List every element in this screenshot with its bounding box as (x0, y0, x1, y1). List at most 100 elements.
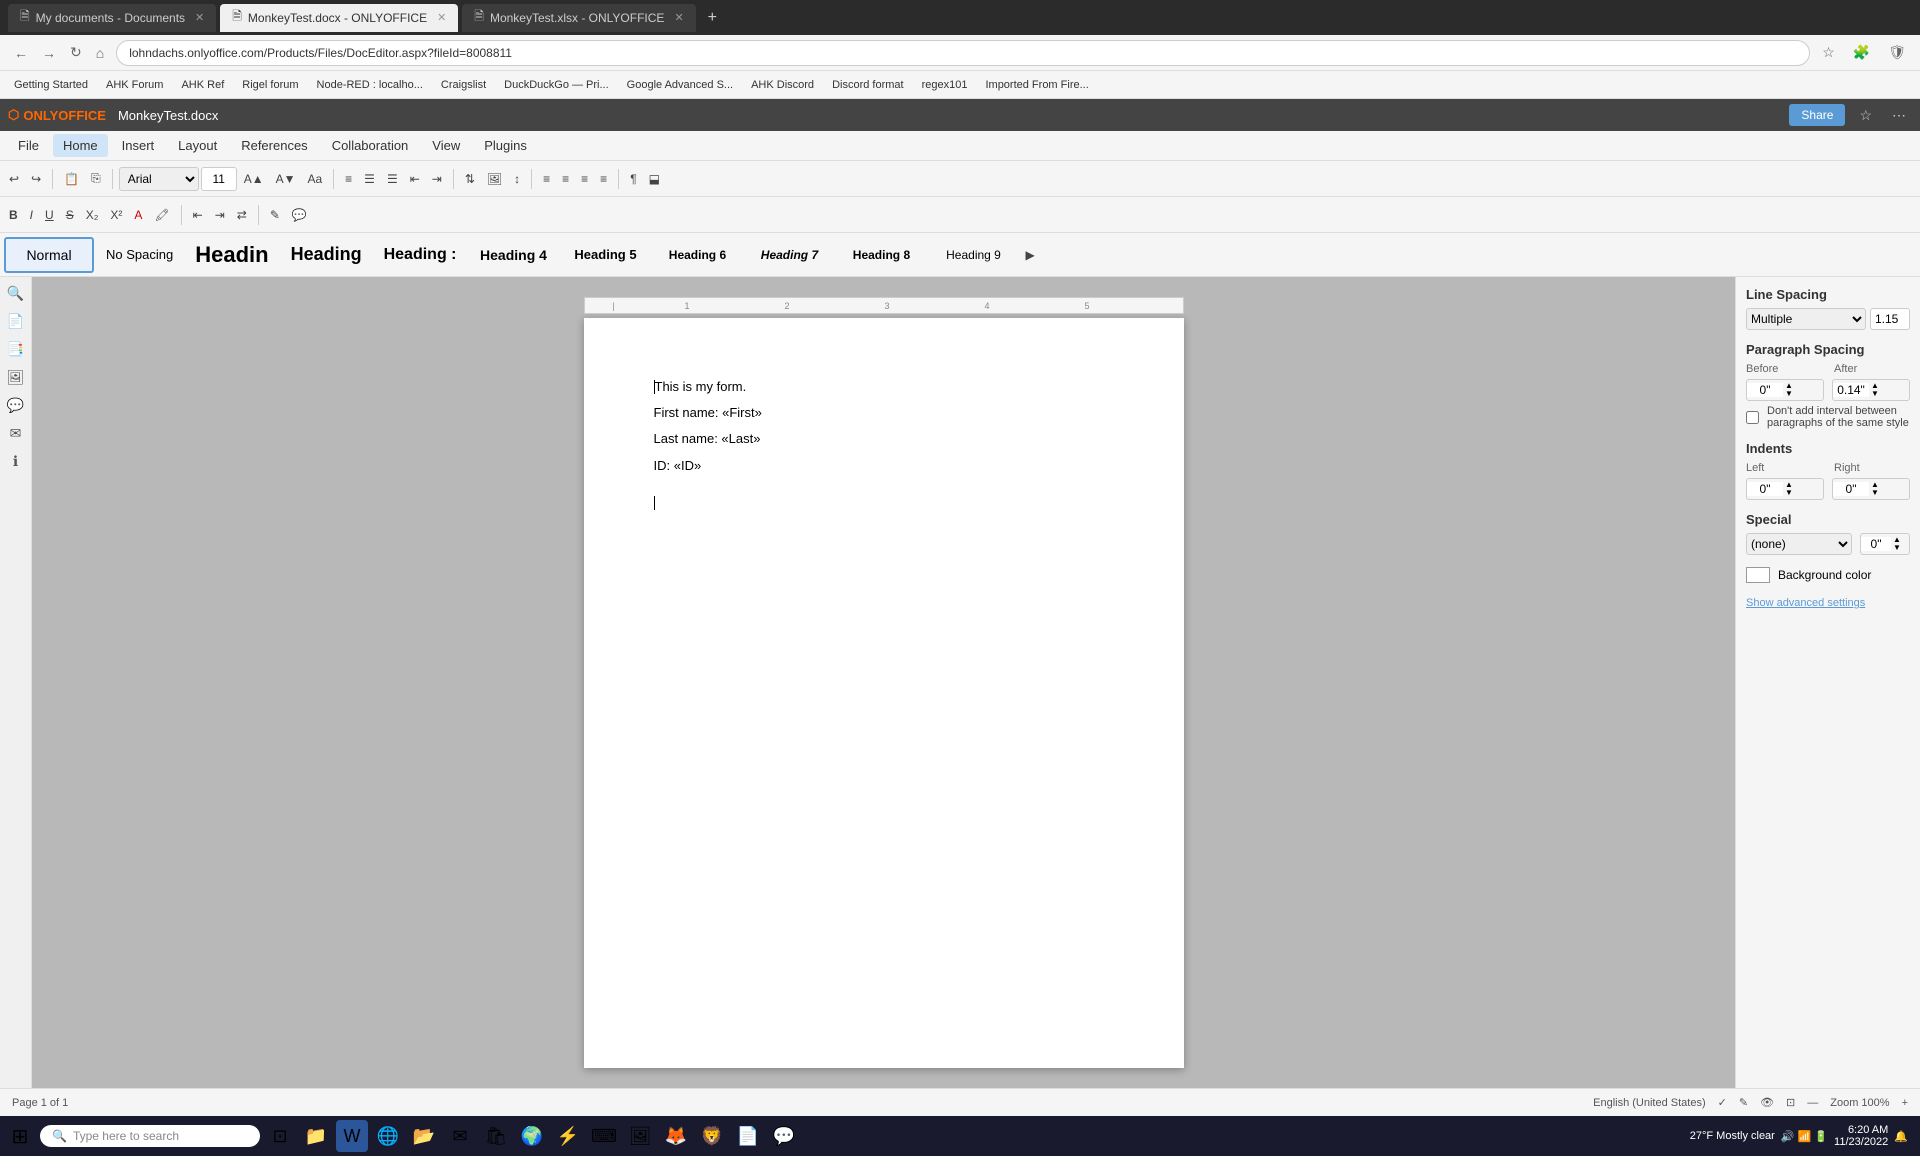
after-spacing-input[interactable] (1833, 383, 1869, 397)
tab-my-documents[interactable]: 🗎 My documents - Documents ✕ (8, 4, 216, 32)
view-mode-icon[interactable]: 👁 (1760, 1096, 1774, 1109)
special-value-spinbox[interactable]: ▲▼ (1860, 533, 1910, 555)
share-button[interactable]: Share (1789, 104, 1845, 126)
style-heading9[interactable]: Heading 9 (928, 237, 1018, 273)
show-advanced-settings-link[interactable]: Show advanced settings (1746, 597, 1865, 609)
font-size-input[interactable] (201, 167, 237, 191)
ltr-rtl[interactable]: ⇄ (232, 205, 252, 225)
back-button[interactable]: ← (8, 41, 34, 65)
language-indicator[interactable]: English (United States) (1593, 1097, 1706, 1109)
special-type-select[interactable]: (none) (1746, 533, 1852, 555)
after-down[interactable]: ▼ (1869, 390, 1881, 398)
tab-close-btn[interactable]: ✕ (674, 11, 683, 24)
comment-button[interactable]: 💬 (287, 205, 312, 225)
bookmark-button[interactable]: ☆ (1816, 40, 1841, 65)
background-color-swatch[interactable] (1746, 567, 1770, 583)
highlight-button[interactable]: 🖍 (149, 205, 174, 225)
numbering-button[interactable]: ☰ (359, 169, 380, 189)
right-indent-input[interactable] (1833, 482, 1869, 496)
copy-button[interactable]: ⎘ (86, 168, 106, 189)
taskbar-app-store[interactable]: 🛍 (480, 1120, 512, 1152)
bookmark-rigel[interactable]: Rigel forum (236, 77, 304, 93)
decrease-indent2[interactable]: ⇥ (210, 205, 230, 225)
styles-more-button[interactable]: ▶ (1020, 245, 1039, 265)
bookmark-google-advanced[interactable]: Google Advanced S... (621, 77, 739, 93)
style-heading5[interactable]: Heading 5 (560, 237, 650, 273)
strikethrough-button[interactable]: S (61, 205, 79, 225)
special-value-input[interactable] (1861, 537, 1891, 551)
underline-button[interactable]: U (40, 205, 59, 225)
style-heading2[interactable]: Heading (281, 237, 372, 273)
bookmark-imported-fire[interactable]: Imported From Fire... (979, 77, 1094, 93)
taskbar-app-brave[interactable]: 🦁 (696, 1120, 728, 1152)
font-family-select[interactable]: Arial (119, 167, 199, 191)
address-bar[interactable] (116, 40, 1810, 66)
sort-button[interactable]: ⇅ (460, 169, 480, 189)
bullets-button[interactable]: ≡ (340, 169, 357, 189)
menu-layout[interactable]: Layout (168, 134, 227, 157)
left-indent-spinbox[interactable]: ▲▼ (1746, 478, 1824, 500)
taskbar-app-firefox[interactable]: 🦊 (660, 1120, 692, 1152)
superscript-button[interactable]: X² (105, 205, 127, 225)
sidebar-icon-headers[interactable]: 📑 (4, 337, 28, 361)
tab-close-btn[interactable]: ✕ (437, 11, 446, 24)
style-heading4[interactable]: Heading 4 (468, 237, 558, 273)
sidebar-icon-chat[interactable]: ✉ (4, 421, 28, 445)
menu-collaboration[interactable]: Collaboration (322, 134, 419, 157)
taskbar-clock[interactable]: 6:20 AM 11/23/2022 (1834, 1124, 1888, 1148)
menu-references[interactable]: References (231, 134, 317, 157)
taskbar-search-box[interactable]: 🔍 Type here to search (40, 1125, 260, 1147)
subscript-button[interactable]: X₂ (81, 205, 104, 225)
taskbar-app-word[interactable]: W (336, 1120, 368, 1152)
left-indent-input[interactable] (1747, 482, 1783, 496)
bookmark-ahk-forum[interactable]: AHK Forum (100, 77, 169, 93)
before-spacing-input[interactable] (1747, 383, 1783, 397)
style-heading8[interactable]: Heading 8 (836, 237, 926, 273)
left-indent-down[interactable]: ▼ (1783, 489, 1795, 497)
italic-button[interactable]: I (25, 205, 38, 225)
style-heading3[interactable]: Heading : (374, 237, 467, 273)
taskbar-app-files[interactable]: 📂 (408, 1120, 440, 1152)
style-heading1[interactable]: Headin (185, 237, 278, 273)
increase-indent2[interactable]: ⇤ (188, 205, 208, 225)
line-spacing-button[interactable]: ↕ (509, 169, 525, 189)
taskbar-app-photos[interactable]: 🖼 (624, 1120, 656, 1152)
taskbar-app-office[interactable]: 📄 (732, 1120, 764, 1152)
font-color-button[interactable]: A (129, 205, 147, 225)
zoom-out-icon[interactable]: — (1807, 1097, 1818, 1109)
bold-button[interactable]: B (4, 205, 23, 225)
change-case-button[interactable]: Aa (302, 169, 327, 189)
start-button[interactable]: ⊞ (4, 1120, 36, 1152)
sidebar-icon-info[interactable]: ℹ (4, 449, 28, 473)
after-spacing-spinbox[interactable]: ▲▼ (1832, 379, 1910, 401)
sidebar-icon-comments[interactable]: 💬 (4, 393, 28, 417)
bookmark-getting-started[interactable]: Getting Started (8, 77, 94, 93)
bookmark-regex101[interactable]: regex101 (916, 77, 974, 93)
document-area[interactable]: | 1 2 3 4 5 This is my form. First name:… (32, 277, 1735, 1088)
taskbar-app-terminal[interactable]: ⌨ (588, 1120, 620, 1152)
undo-button[interactable]: ↩ (4, 169, 24, 189)
task-view-button[interactable]: ⊡ (264, 1120, 296, 1152)
bookmark-ahk-discord[interactable]: AHK Discord (745, 77, 820, 93)
style-no-spacing[interactable]: No Spacing (96, 237, 183, 273)
paragraph-settings[interactable]: ⬓ (644, 169, 665, 189)
right-indent-spinbox[interactable]: ▲▼ (1832, 478, 1910, 500)
redo-button[interactable]: ↪ (26, 169, 46, 189)
menu-home[interactable]: Home (53, 134, 108, 157)
line-spacing-value-input[interactable] (1870, 308, 1910, 330)
indent-increase[interactable]: ⇥ (427, 169, 447, 189)
track-changes[interactable]: ✎ (265, 205, 285, 225)
taskbar-app-chat[interactable]: 💬 (768, 1120, 800, 1152)
sidebar-icon-navigator[interactable]: 📄 (4, 309, 28, 333)
align-left[interactable]: ≡ (538, 169, 555, 189)
style-heading6[interactable]: Heading 6 (652, 237, 742, 273)
font-size-down[interactable]: A▼ (271, 169, 301, 189)
align-justify[interactable]: ≡ (595, 169, 612, 189)
bookmark-craigslist[interactable]: Craigslist (435, 77, 492, 93)
multilevel-button[interactable]: ☰ (382, 169, 403, 189)
favorites-button[interactable]: ☆ (1853, 103, 1878, 128)
document-page[interactable]: This is my form. First name: «First» Las… (584, 318, 1184, 1068)
home-button[interactable]: ⌂ (90, 41, 110, 65)
fit-page-icon[interactable]: ⊡ (1786, 1096, 1795, 1109)
spell-check-icon[interactable]: ✓ (1718, 1096, 1727, 1109)
